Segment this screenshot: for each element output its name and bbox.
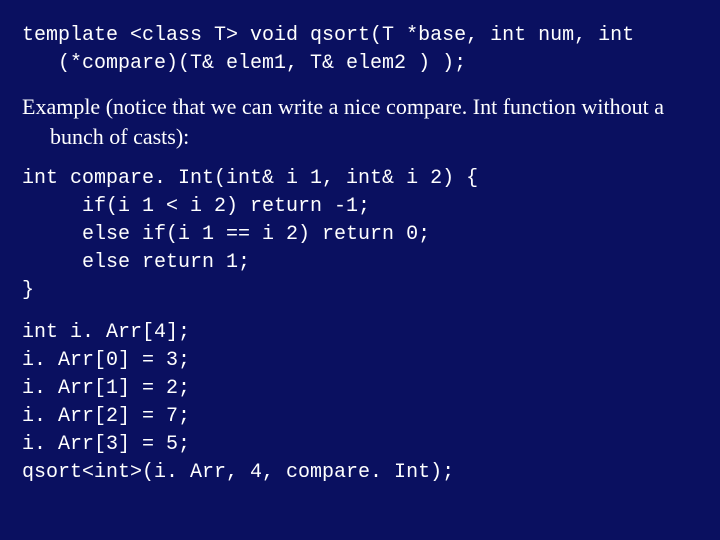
code-compare-function: int compare. Int(int& i 1, int& i 2) { i… [22,165,698,305]
slide: template <class T> void qsort(T *base, i… [0,0,720,540]
example-description: Example (notice that we can write a nice… [22,92,698,151]
code-usage-example: int i. Arr[4]; i. Arr[0] = 3; i. Arr[1] … [22,319,698,487]
code-template-declaration: template <class T> void qsort(T *base, i… [22,22,698,78]
